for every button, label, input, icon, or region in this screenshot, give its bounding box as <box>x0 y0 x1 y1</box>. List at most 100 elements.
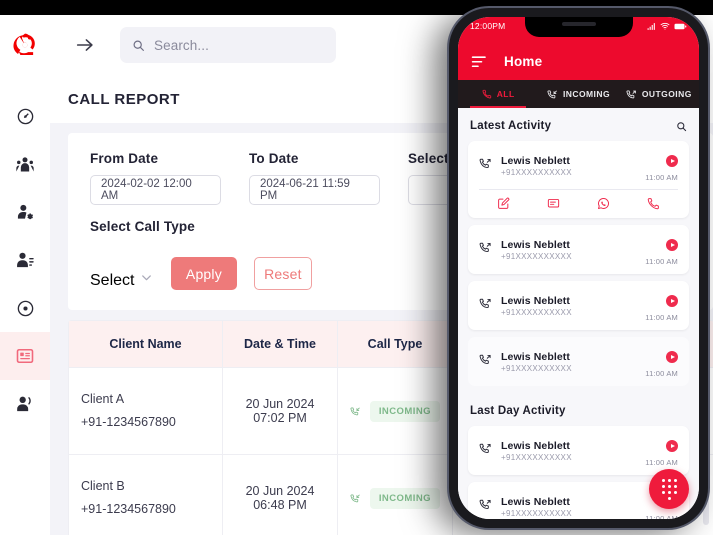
to-date-input[interactable]: 2024-06-21 11:59 PM <box>249 175 380 205</box>
play-recording-button[interactable] <box>666 239 678 251</box>
reset-button[interactable]: Reset <box>253 257 312 290</box>
incoming-call-icon <box>350 407 360 415</box>
column-header-client-name[interactable]: Client Name <box>68 320 223 368</box>
user-settings-icon <box>17 204 33 220</box>
play-icon <box>670 444 675 448</box>
play-recording-button[interactable] <box>666 440 678 452</box>
select-call-type-value: Select <box>90 272 135 289</box>
call-list-item[interactable]: Lewis Neblett +91XXXXXXXXXX 11:00 AM <box>468 426 689 475</box>
sidebar-item-agents[interactable] <box>0 380 50 428</box>
sidebar <box>0 15 50 535</box>
section-title: Latest Activity <box>470 120 552 132</box>
search-input[interactable]: Search... <box>120 27 336 63</box>
page-title: CALL REPORT <box>68 90 180 108</box>
wifi-icon <box>660 22 670 30</box>
to-date-label: To Date <box>249 151 299 166</box>
from-date-label: From Date <box>90 151 159 166</box>
client-name: Client A <box>81 391 125 406</box>
caller-number: +91XXXXXXXXXX <box>501 168 572 177</box>
play-recording-button[interactable] <box>666 295 678 307</box>
whatsapp-icon[interactable] <box>597 197 610 210</box>
team-group-icon <box>16 157 34 172</box>
phone-icon[interactable] <box>647 197 660 210</box>
edit-note-icon[interactable] <box>497 197 510 210</box>
sidebar-item-user-list[interactable] <box>0 236 50 284</box>
status-time: 12:00PM <box>470 21 506 31</box>
phone-tab-incoming[interactable]: INCOMING <box>538 80 618 108</box>
call-list-item[interactable]: Lewis Neblett +91XXXXXXXXXX 11:00 AM <box>468 337 689 386</box>
sidebar-item-user-settings[interactable] <box>0 188 50 236</box>
phone-content[interactable]: Latest Activity Lewis Neblett +91XXXXXXX… <box>458 108 699 519</box>
call-list-item[interactable]: Lewis Neblett +91XXXXXXXXXX 11:00 AM <box>468 141 689 218</box>
dialpad-button[interactable] <box>649 469 689 509</box>
incoming-call-icon <box>350 494 360 502</box>
phone-tab-all[interactable]: ALL <box>458 80 538 108</box>
outgoing-call-icon <box>479 443 491 454</box>
phone-app-header: Home <box>458 43 699 80</box>
sidebar-item-teams[interactable] <box>0 140 50 188</box>
target-record-icon <box>17 300 33 316</box>
phone-tab-bar: ALL INCOMING OUTGOING <box>458 80 699 108</box>
apply-button[interactable]: Apply <box>170 257 237 290</box>
cell-client: Client B +91-1234567890 <box>68 454 223 535</box>
hamburger-menu-icon[interactable] <box>471 55 488 69</box>
column-header-call-type[interactable]: Call Type <box>337 320 453 368</box>
outgoing-call-icon <box>626 89 636 98</box>
call-time: 11:00 AM <box>645 514 678 519</box>
phone-speaker <box>561 22 596 26</box>
arrow-right-icon <box>76 39 93 51</box>
from-date-field: From Date 2024-02-02 12:00 AM <box>90 151 221 205</box>
outgoing-call-icon-wrap <box>479 498 492 516</box>
user-voice-icon <box>17 396 31 412</box>
play-recording-button[interactable] <box>666 351 678 363</box>
sidebar-collapse-button[interactable] <box>72 32 98 58</box>
caller-name: Lewis Neblett <box>501 239 570 251</box>
from-date-input[interactable]: 2024-02-02 12:00 AM <box>90 175 221 205</box>
search-icon <box>133 40 144 51</box>
outgoing-call-icon <box>479 354 491 365</box>
select-call-type-dropdown[interactable]: Select <box>90 270 154 290</box>
outgoing-call-icon <box>479 499 491 510</box>
battery-icon <box>674 23 687 29</box>
report-card-icon <box>16 348 34 364</box>
caller-number: +91XXXXXXXXXX <box>501 509 572 518</box>
cell-datetime: 20 Jun 2024 06:48 PM <box>222 454 338 535</box>
sidebar-item-recordings[interactable] <box>0 284 50 332</box>
call-time: 11:00 AM <box>645 257 678 266</box>
client-name: Client B <box>81 478 125 493</box>
caller-number: +91XXXXXXXXXX <box>501 308 572 317</box>
outgoing-call-icon-wrap <box>479 442 492 460</box>
play-icon <box>670 299 675 303</box>
caller-name: Lewis Neblett <box>501 295 570 307</box>
to-date-field: To Date 2024-06-21 11:59 PM <box>249 151 380 205</box>
column-header-date-time[interactable]: Date & Time <box>222 320 338 368</box>
phone-screen: 12:00PM Home ALL INCOMING OUTGOING Lates… <box>458 17 699 519</box>
phone-tab-incoming-label: INCOMING <box>562 89 611 99</box>
call-time: 11:00 AM <box>645 458 678 467</box>
call-action-row <box>479 189 678 210</box>
dialpad-icon <box>661 478 677 500</box>
phone-notch <box>524 17 633 37</box>
call-list-item[interactable]: Lewis Neblett +91XXXXXXXXXX 11:00 AM <box>468 225 689 274</box>
cell-call-type: INCOMING <box>337 367 453 455</box>
screenshot-root: Search... CALL REPORT From Date 2024-02-… <box>0 0 713 535</box>
phone-tab-outgoing[interactable]: OUTGOING <box>619 80 699 108</box>
caller-number: +91XXXXXXXXXX <box>501 364 572 373</box>
outgoing-call-icon <box>479 242 491 253</box>
message-icon[interactable] <box>547 197 560 210</box>
search-icon[interactable] <box>676 121 687 132</box>
app-logo[interactable] <box>0 15 50 75</box>
sidebar-item-dashboard[interactable] <box>0 92 50 140</box>
caller-number: +91XXXXXXXXXX <box>501 252 572 261</box>
call-list-item[interactable]: Lewis Neblett +91XXXXXXXXXX 11:00 AM <box>468 281 689 330</box>
cell-call-type: INCOMING <box>337 454 453 535</box>
chevron-down-icon <box>142 275 151 281</box>
dashboard-gauge-icon <box>17 108 33 124</box>
play-recording-button[interactable] <box>666 155 678 167</box>
play-icon <box>670 159 675 163</box>
outgoing-call-icon-wrap <box>479 297 492 315</box>
search-placeholder: Search... <box>154 37 209 53</box>
cell-client: Client A +91-1234567890 <box>68 367 223 455</box>
call-type-badge: INCOMING <box>369 487 440 509</box>
sidebar-item-call-report[interactable] <box>0 332 50 380</box>
